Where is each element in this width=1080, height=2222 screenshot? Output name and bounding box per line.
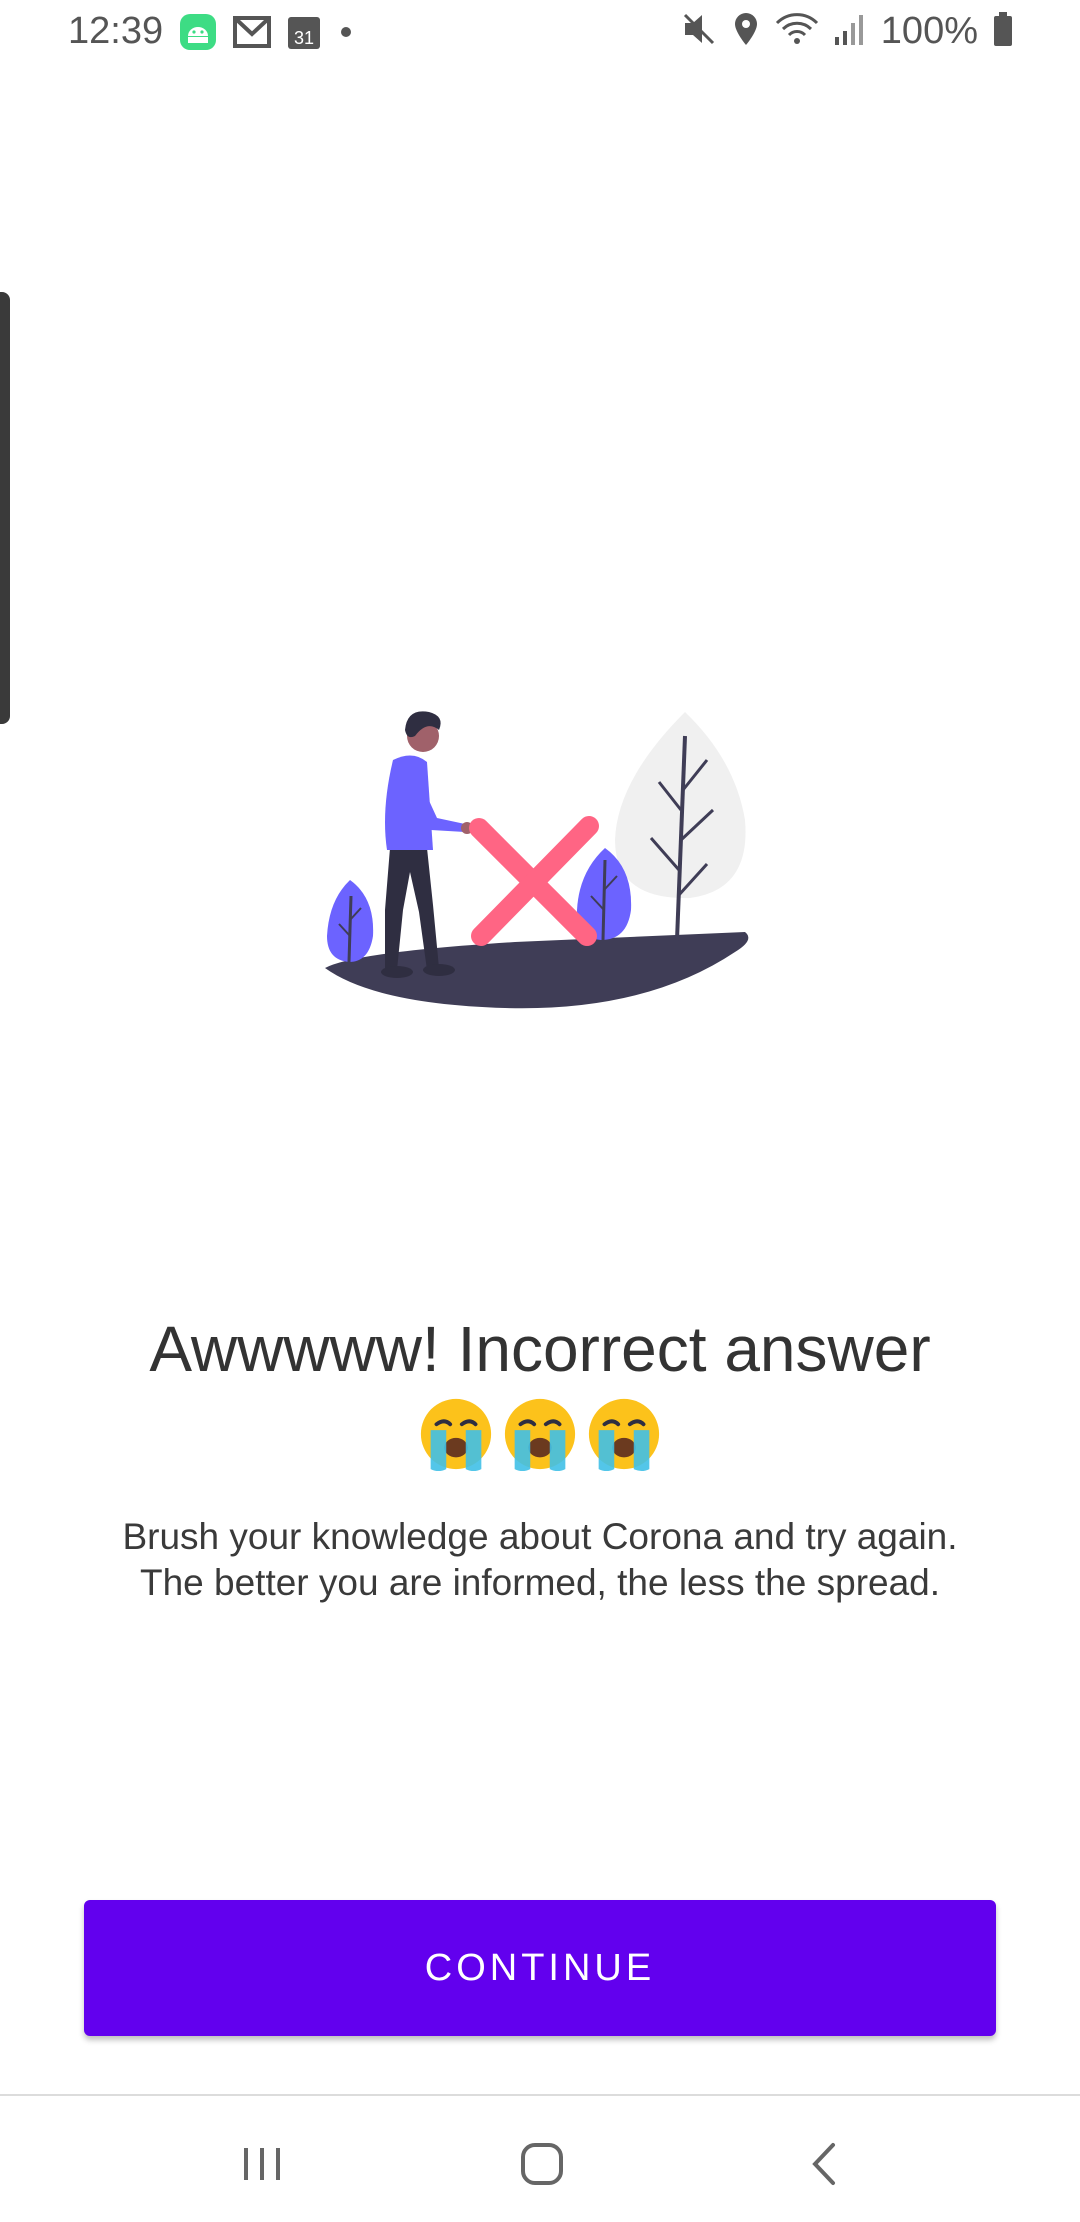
- incorrect-answer-illustration: [315, 700, 765, 1020]
- status-bar: 12:39 31 100%: [0, 0, 1080, 64]
- home-icon[interactable]: [512, 2136, 572, 2192]
- location-icon: [731, 11, 761, 52]
- wifi-icon: [775, 11, 819, 52]
- android-icon: [178, 12, 218, 57]
- dot-icon: [336, 22, 356, 47]
- status-time: 12:39: [68, 10, 164, 52]
- system-icons: 100%: [681, 10, 1014, 53]
- continue-button[interactable]: CONTINUE: [84, 1900, 996, 2036]
- notification-icons: 31: [178, 12, 356, 57]
- crying-face-icon: [420, 1398, 492, 1472]
- battery-level: 100%: [880, 10, 978, 52]
- calendar-day: 31: [294, 28, 314, 48]
- message-line-2: The better you are informed, the less th…: [139, 1562, 941, 1603]
- message-line-1: Brush your knowledge about Corona and tr…: [122, 1516, 958, 1557]
- crying-face-icon: [588, 1398, 660, 1472]
- back-icon[interactable]: [794, 2136, 854, 2192]
- calendar-icon: 31: [286, 13, 322, 56]
- crying-face-icon: [504, 1398, 576, 1472]
- navigation-bar: [0, 2094, 1080, 2222]
- gmail-icon: [232, 14, 272, 55]
- result-title: Awwwww! Incorrect answer: [149, 1313, 931, 1385]
- signal-icon: [833, 11, 867, 52]
- battery-icon: [992, 11, 1014, 52]
- result-message: Brush your knowledge about Corona and tr…: [60, 1514, 1020, 1606]
- crying-emoji-row: [0, 1395, 1080, 1473]
- recents-icon[interactable]: [232, 2136, 292, 2192]
- edge-panel-handle[interactable]: [0, 292, 10, 724]
- mute-icon: [681, 11, 717, 52]
